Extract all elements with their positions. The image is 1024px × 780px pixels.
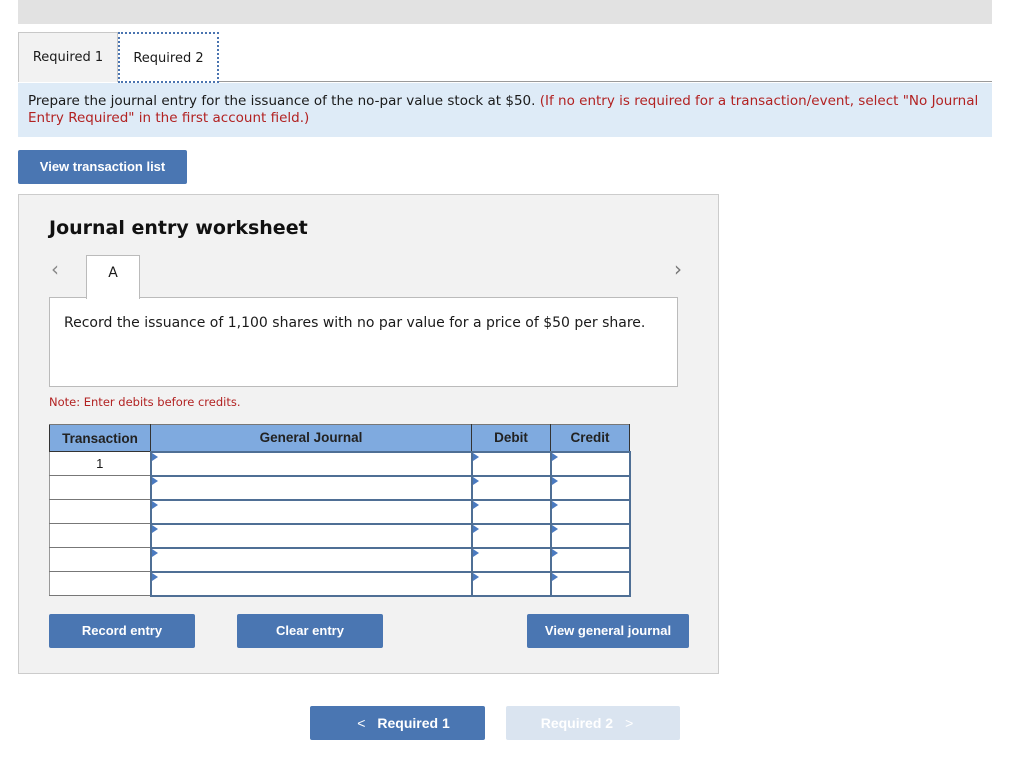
header-credit: Credit: [550, 424, 630, 452]
account-cell: [149, 498, 473, 525]
next-required-label: Required 2: [540, 715, 614, 731]
debit-cell: [470, 570, 552, 597]
instructions-panel: Prepare the journal entry for the issuan…: [18, 83, 992, 137]
credit-input[interactable]: [551, 572, 629, 595]
account-input[interactable]: [151, 476, 471, 499]
transaction-cell: [49, 499, 151, 524]
debits-credits-note: Note: Enter debits before credits.: [49, 395, 241, 409]
instructions-main: Prepare the journal entry for the issuan…: [28, 93, 536, 109]
debit-input[interactable]: [472, 548, 550, 571]
credit-input[interactable]: [551, 548, 629, 571]
dropdown-marker-icon: [151, 452, 158, 461]
account-input[interactable]: [151, 452, 471, 475]
chevron-left-icon: <: [357, 715, 366, 731]
debit-cell: [470, 450, 552, 477]
header-debit: Debit: [471, 424, 551, 452]
prev-required-button[interactable]: < Required 1: [310, 706, 485, 740]
header-general-journal: General Journal: [150, 424, 472, 452]
table-row: [49, 498, 631, 525]
chevron-right-icon: >: [625, 715, 634, 731]
table-row: [49, 474, 631, 501]
transaction-cell: 1: [49, 451, 151, 476]
dropdown-marker-icon: [551, 500, 558, 509]
table-row: [49, 522, 631, 549]
dropdown-marker-icon: [472, 548, 479, 557]
account-cell: [149, 474, 473, 501]
debit-input[interactable]: [472, 572, 550, 595]
dropdown-marker-icon: [472, 524, 479, 533]
requirement-tabs: Required 1 Required 2: [18, 32, 992, 83]
credit-cell: [549, 546, 631, 573]
transaction-cell: [49, 547, 151, 572]
credit-input[interactable]: [551, 452, 629, 475]
debit-cell: [470, 522, 552, 549]
clear-entry-button[interactable]: Clear entry: [237, 614, 383, 648]
dropdown-marker-icon: [551, 572, 558, 581]
dropdown-marker-icon: [551, 452, 558, 461]
credit-input[interactable]: [551, 500, 629, 523]
dropdown-marker-icon: [551, 476, 558, 485]
dropdown-marker-icon: [472, 476, 479, 485]
top-bar: [18, 0, 992, 24]
journal-table: Transaction General Journal Debit Credit…: [49, 424, 631, 597]
dropdown-marker-icon: [151, 500, 158, 509]
prev-required-label: Required 1: [377, 715, 450, 731]
record-entry-button[interactable]: Record entry: [49, 614, 195, 648]
transaction-description: Record the issuance of 1,100 shares with…: [49, 297, 678, 387]
transaction-cell: [49, 475, 151, 500]
account-cell: [149, 522, 473, 549]
account-cell: [149, 570, 473, 597]
dropdown-marker-icon: [472, 572, 479, 581]
credit-cell: [549, 522, 631, 549]
credit-cell: [549, 498, 631, 525]
debit-cell: [470, 474, 552, 501]
dropdown-marker-icon: [472, 500, 479, 509]
dropdown-marker-icon: [151, 524, 158, 533]
debit-input[interactable]: [472, 476, 550, 499]
credit-input[interactable]: [551, 524, 629, 547]
dropdown-marker-icon: [551, 524, 558, 533]
account-cell: [149, 450, 473, 477]
entry-tab-a[interactable]: A: [86, 255, 140, 299]
tab-required-1[interactable]: Required 1: [18, 32, 118, 82]
chevron-right-icon[interactable]: ›: [674, 257, 682, 281]
account-input[interactable]: [151, 548, 471, 571]
next-required-button: Required 2 >: [506, 706, 680, 740]
table-row: [49, 546, 631, 573]
debit-cell: [470, 498, 552, 525]
credit-cell: [549, 474, 631, 501]
view-general-journal-button[interactable]: View general journal: [527, 614, 689, 648]
transaction-cell: [49, 523, 151, 548]
dropdown-marker-icon: [151, 572, 158, 581]
debit-input[interactable]: [472, 452, 550, 475]
dropdown-marker-icon: [551, 548, 558, 557]
view-transaction-list-button[interactable]: View transaction list: [18, 150, 187, 184]
table-row: [49, 570, 631, 597]
chevron-left-icon[interactable]: ‹: [51, 257, 59, 281]
debit-input[interactable]: [472, 500, 550, 523]
journal-entry-worksheet: Journal entry worksheet ‹ › A Record the…: [18, 194, 719, 674]
account-cell: [149, 546, 473, 573]
transaction-cell: [49, 571, 151, 596]
account-input[interactable]: [151, 500, 471, 523]
credit-input[interactable]: [551, 476, 629, 499]
account-input[interactable]: [151, 524, 471, 547]
account-input[interactable]: [151, 572, 471, 595]
credit-cell: [549, 450, 631, 477]
debit-input[interactable]: [472, 524, 550, 547]
debit-cell: [470, 546, 552, 573]
credit-cell: [549, 570, 631, 597]
worksheet-title: Journal entry worksheet: [49, 217, 308, 239]
table-header-row: Transaction General Journal Debit Credit: [49, 424, 630, 452]
header-transaction: Transaction: [49, 424, 151, 452]
table-row: 1: [49, 450, 631, 477]
dropdown-marker-icon: [151, 548, 158, 557]
dropdown-marker-icon: [151, 476, 158, 485]
tab-required-2[interactable]: Required 2: [118, 32, 219, 83]
dropdown-marker-icon: [472, 452, 479, 461]
